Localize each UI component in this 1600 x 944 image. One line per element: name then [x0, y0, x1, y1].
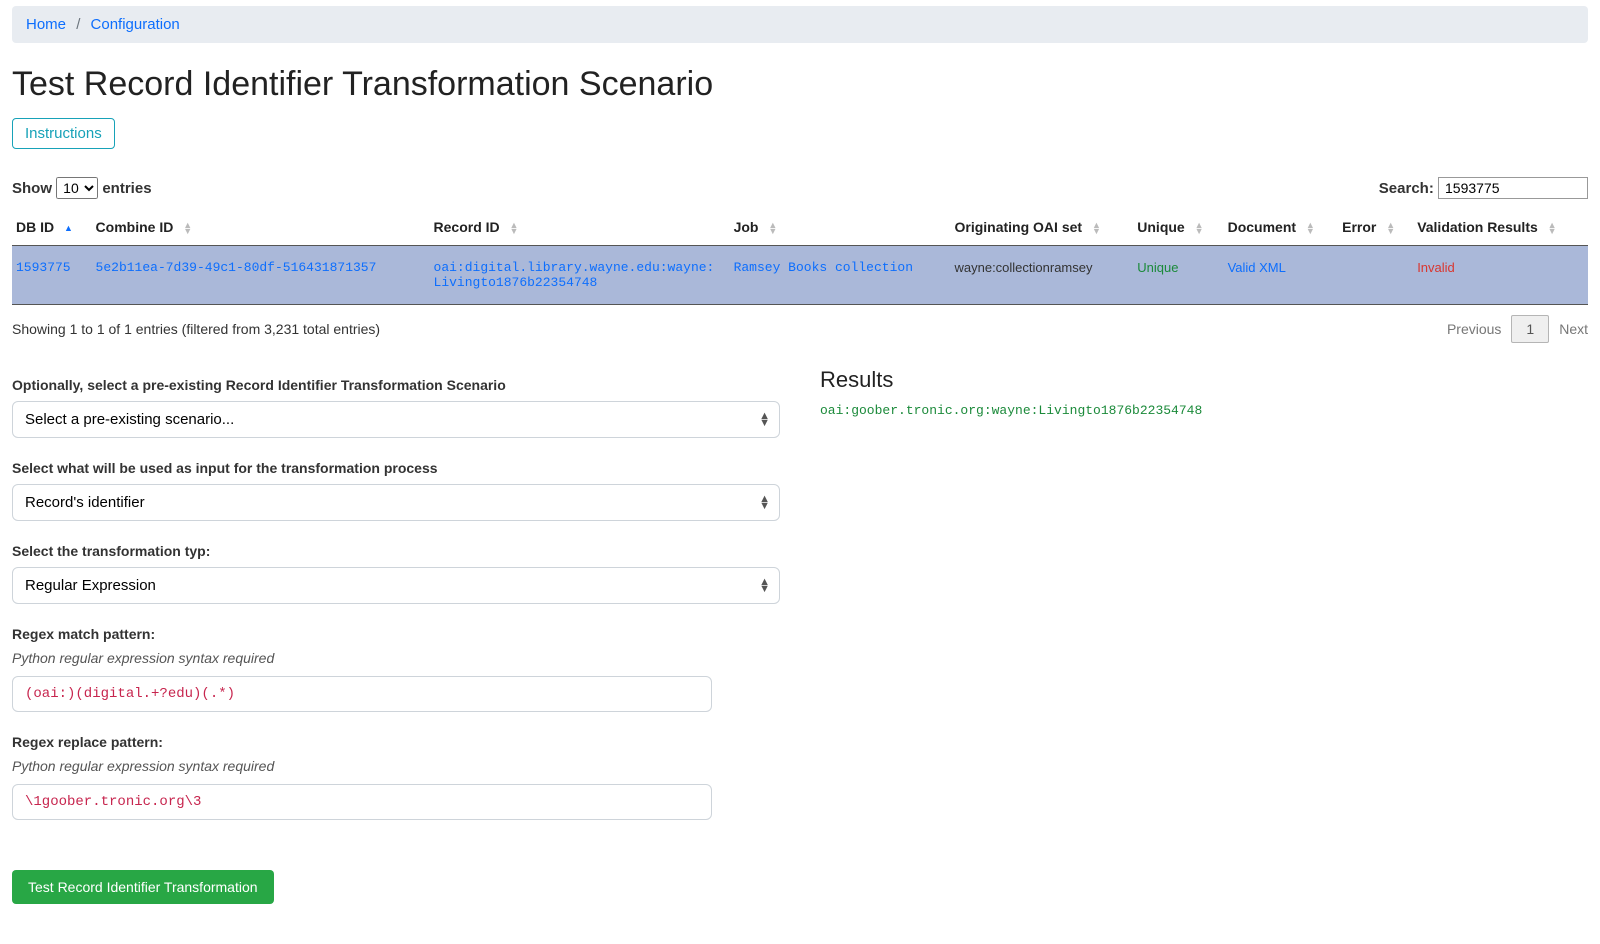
scenario-select[interactable]: Select a pre-existing scenario...	[12, 401, 780, 438]
input-type-label: Select what will be used as input for th…	[12, 460, 780, 476]
col-combine-id[interactable]: Combine ID ▲▼	[92, 209, 430, 246]
regex-match-input[interactable]	[12, 676, 712, 712]
scenario-label: Optionally, select a pre-existing Record…	[12, 377, 780, 393]
col-record-id[interactable]: Record ID ▲▼	[430, 209, 730, 246]
cell-unique: Unique	[1133, 246, 1223, 305]
entries-length-control: Show 10 entries	[12, 177, 152, 199]
breadcrumb-configuration[interactable]: Configuration	[91, 16, 180, 33]
regex-replace-hint: Python regular expression syntax require…	[12, 758, 780, 774]
sort-icon: ▲▼	[1195, 222, 1204, 234]
table-info: Showing 1 to 1 of 1 entries (filtered fr…	[12, 321, 380, 337]
input-type-select[interactable]: Record's identifier	[12, 484, 780, 521]
results-value: oai:goober.tronic.org:wayne:Livingto1876…	[820, 403, 1588, 418]
sort-icon: ▲▼	[1092, 222, 1101, 234]
regex-match-label: Regex match pattern:	[12, 626, 780, 642]
show-prefix: Show	[12, 180, 52, 197]
table-row[interactable]: 1593775 5e2b11ea-7d39-49c1-80df-51643187…	[12, 246, 1588, 305]
col-document[interactable]: Document ▲▼	[1224, 209, 1339, 246]
transformation-type-select[interactable]: Regular Expression	[12, 567, 780, 604]
col-db-id[interactable]: DB ID ▲	[12, 209, 92, 246]
pager-previous[interactable]: Previous	[1447, 321, 1501, 337]
sort-icon: ▲▼	[768, 222, 777, 234]
breadcrumb: Home / Configuration	[12, 6, 1588, 43]
pager-page-1[interactable]: 1	[1511, 315, 1549, 343]
col-oai-set[interactable]: Originating OAI set ▲▼	[950, 209, 1133, 246]
cell-db-id[interactable]: 1593775	[12, 246, 92, 305]
col-validation[interactable]: Validation Results ▲▼	[1413, 209, 1588, 246]
cell-document[interactable]: Valid XML	[1224, 246, 1339, 305]
breadcrumb-home[interactable]: Home	[26, 16, 66, 33]
cell-record-id[interactable]: oai:digital.library.wayne.edu:wayne:Livi…	[430, 246, 730, 305]
sort-icon: ▲▼	[1306, 222, 1315, 234]
col-unique[interactable]: Unique ▲▼	[1133, 209, 1223, 246]
cell-combine-id[interactable]: 5e2b11ea-7d39-49c1-80df-516431871357	[92, 246, 430, 305]
breadcrumb-separator: /	[70, 16, 86, 33]
col-job[interactable]: Job ▲▼	[730, 209, 951, 246]
records-table: DB ID ▲ Combine ID ▲▼ Record ID ▲▼ Job ▲…	[12, 209, 1588, 305]
regex-match-hint: Python regular expression syntax require…	[12, 650, 780, 666]
results-title: Results	[820, 367, 1588, 393]
cell-validation: Invalid	[1413, 246, 1588, 305]
pager-next[interactable]: Next	[1559, 321, 1588, 337]
transformation-type-label: Select the transformation typ:	[12, 543, 780, 559]
show-suffix: entries	[102, 180, 151, 197]
entries-length-select[interactable]: 10	[56, 177, 98, 199]
regex-replace-label: Regex replace pattern:	[12, 734, 780, 750]
sort-icon: ▲▼	[1386, 222, 1395, 234]
cell-job[interactable]: Ramsey Books collection	[730, 246, 951, 305]
test-transformation-button[interactable]: Test Record Identifier Transformation	[12, 870, 274, 904]
pager: Previous 1 Next	[1447, 315, 1588, 343]
search-input[interactable]	[1438, 177, 1588, 199]
instructions-button[interactable]: Instructions	[12, 118, 115, 149]
cell-error	[1338, 246, 1413, 305]
cell-oai-set: wayne:collectionramsey	[950, 246, 1133, 305]
regex-replace-input[interactable]	[12, 784, 712, 820]
sort-icon: ▲	[64, 225, 73, 231]
col-error[interactable]: Error ▲▼	[1338, 209, 1413, 246]
page-title: Test Record Identifier Transformation Sc…	[12, 65, 1588, 104]
sort-icon: ▲▼	[183, 222, 192, 234]
sort-icon: ▲▼	[1548, 222, 1557, 234]
search-label: Search:	[1379, 180, 1434, 197]
sort-icon: ▲▼	[510, 222, 519, 234]
search-control: Search:	[1379, 177, 1588, 199]
